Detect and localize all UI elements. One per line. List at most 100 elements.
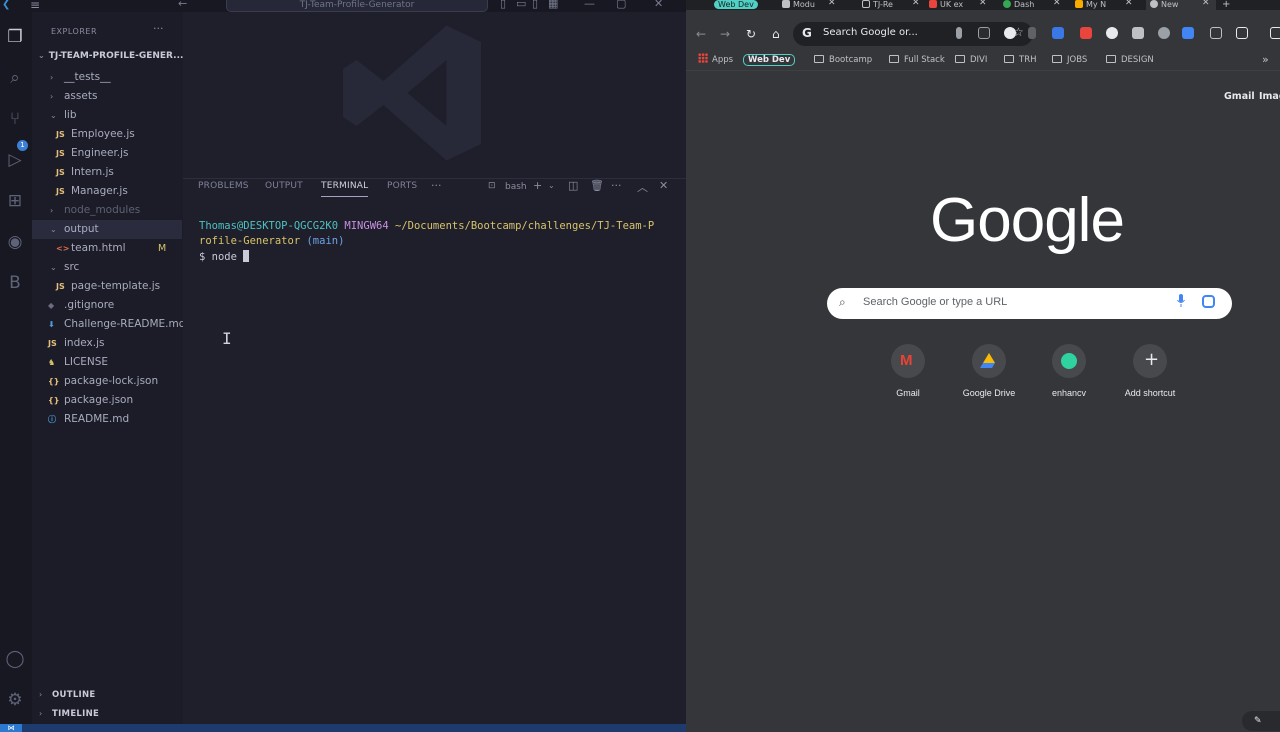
extensions-puzzle-icon[interactable] bbox=[1236, 27, 1248, 39]
tab-uk-ex[interactable]: UK ex ✕ bbox=[929, 0, 991, 10]
bookmark-folder-bootcamp[interactable]: Bootcamp bbox=[814, 52, 872, 68]
close-tab-icon[interactable]: ✕ bbox=[1053, 0, 1061, 8]
layout-icon[interactable]: ▦ bbox=[548, 0, 558, 10]
tree-file[interactable]: JS Engineer.js bbox=[32, 144, 182, 163]
maximize-panel-icon[interactable]: ︿ bbox=[637, 179, 648, 195]
toggle-sidebar-icon[interactable]: ▯ bbox=[500, 0, 506, 10]
google-search-box[interactable]: ⌕ Search Google or type a URL bbox=[827, 288, 1232, 319]
eyedropper-extension-icon[interactable] bbox=[978, 27, 990, 39]
tab-terminal[interactable]: TERMINAL bbox=[321, 181, 369, 197]
extension-icon[interactable] bbox=[1028, 27, 1036, 39]
tree-file[interactable]: JS page-template.js bbox=[32, 277, 182, 296]
terminal-shell-label[interactable]: bash bbox=[505, 182, 527, 192]
tree-file[interactable]: JS index.js bbox=[32, 334, 182, 353]
forward-icon[interactable]: → bbox=[720, 27, 730, 41]
tree-folder[interactable]: › __tests__ bbox=[32, 68, 182, 87]
settings-gear-icon[interactable]: ⚙ bbox=[4, 689, 26, 711]
extensions-icon[interactable]: ⊞ bbox=[4, 190, 26, 212]
tree-folder[interactable]: ⌄ src bbox=[32, 258, 182, 277]
new-terminal-icon[interactable]: + bbox=[533, 179, 542, 192]
accounts-icon[interactable]: ◯ bbox=[4, 648, 26, 670]
bookmark-folder-divi[interactable]: DIVI bbox=[955, 52, 987, 68]
tab-ports[interactable]: PORTS bbox=[387, 181, 417, 191]
tab-output[interactable]: OUTPUT bbox=[265, 181, 303, 191]
new-tab-plus-icon[interactable]: + bbox=[1222, 0, 1236, 10]
extension-icon[interactable] bbox=[1158, 27, 1170, 39]
tab-dash[interactable]: Dash ✕ bbox=[1003, 0, 1065, 10]
close-window-icon[interactable]: ✕ bbox=[654, 0, 663, 10]
bookmark-folder-trh[interactable]: TRH bbox=[1004, 52, 1037, 68]
tree-file[interactable]: <> team.html M bbox=[32, 239, 182, 258]
tree-file[interactable]: ⓘ README.md bbox=[32, 410, 182, 429]
extension-icon[interactable] bbox=[1106, 27, 1118, 39]
tree-file[interactable]: ♞ LICENSE bbox=[32, 353, 182, 372]
shortcut-google-drive[interactable]: Google Drive bbox=[949, 344, 1029, 398]
google-lens-icon[interactable] bbox=[1202, 295, 1215, 308]
microphone-icon[interactable] bbox=[1177, 294, 1185, 307]
tab-new-tab[interactable]: New ✕ bbox=[1146, 0, 1216, 10]
hamburger-menu-icon[interactable]: ≡ bbox=[30, 0, 40, 12]
run-debug-icon[interactable]: ▷ bbox=[4, 149, 26, 171]
search-icon[interactable]: ⌕ bbox=[4, 67, 26, 89]
maximize-icon[interactable]: ▢ bbox=[616, 0, 626, 10]
tree-file[interactable]: {} package-lock.json bbox=[32, 372, 182, 391]
source-control-icon[interactable]: ⑂ bbox=[4, 108, 26, 130]
toggle-panel-icon[interactable]: ▭ bbox=[516, 0, 526, 10]
extension-icon[interactable] bbox=[1004, 27, 1016, 39]
tab-my-n[interactable]: My N ✕ bbox=[1075, 0, 1137, 10]
more-actions-icon[interactable]: ··· bbox=[153, 22, 164, 35]
extension-icon[interactable] bbox=[1080, 27, 1092, 39]
remote-explorer-icon[interactable]: ◉ bbox=[4, 231, 26, 253]
close-tab-icon[interactable]: ✕ bbox=[1125, 0, 1133, 8]
extension-icon[interactable] bbox=[1052, 27, 1064, 39]
tree-file[interactable]: {} package.json bbox=[32, 391, 182, 410]
project-root[interactable]: ⌄ TJ-TEAM-PROFILE-GENER... bbox=[38, 51, 183, 61]
bootstrap-icon[interactable]: B bbox=[4, 272, 26, 294]
back-arrow-icon[interactable]: ← bbox=[178, 0, 187, 10]
tree-file[interactable]: ⬇ Challenge-README.md bbox=[32, 315, 185, 334]
panel-more-icon[interactable]: ··· bbox=[611, 179, 622, 192]
split-terminal-icon[interactable]: ◫ bbox=[568, 179, 578, 192]
extension-icon[interactable] bbox=[956, 27, 962, 39]
tree-folder[interactable]: ⌄ lib bbox=[32, 106, 182, 125]
toggle-secondary-icon[interactable]: ▯ bbox=[532, 0, 538, 10]
timeline-section[interactable]: TIMELINE bbox=[52, 709, 99, 719]
tree-file[interactable]: JS Intern.js bbox=[32, 163, 182, 182]
shortcut-enhancv[interactable]: enhancv bbox=[1029, 344, 1109, 398]
reload-icon[interactable]: ↻ bbox=[746, 27, 756, 41]
back-icon[interactable]: ← bbox=[696, 27, 706, 41]
tree-folder[interactable]: › node_modules bbox=[32, 201, 182, 220]
tab-group-web-dev[interactable]: Web Dev bbox=[714, 0, 768, 10]
explorer-icon[interactable]: ❐ bbox=[4, 26, 26, 48]
panel-more-icon[interactable]: ··· bbox=[431, 179, 442, 192]
bookmark-folder-jobs[interactable]: JOBS bbox=[1052, 52, 1087, 68]
tree-file[interactable]: JS Manager.js bbox=[32, 182, 182, 201]
close-tab-icon[interactable]: ✕ bbox=[979, 0, 987, 8]
remote-indicator-icon[interactable]: ⋈ bbox=[0, 724, 22, 732]
tree-file[interactable]: ◆ .gitignore bbox=[32, 296, 182, 315]
extension-icon[interactable] bbox=[1210, 27, 1222, 39]
tree-folder[interactable]: › assets bbox=[32, 87, 182, 106]
bookmark-folder-full-stack[interactable]: Full Stack bbox=[889, 52, 945, 68]
close-tab-icon[interactable]: ✕ bbox=[912, 0, 920, 8]
bookmarks-overflow-icon[interactable]: » bbox=[1262, 52, 1269, 68]
shortcut-add[interactable]: + Add shortcut bbox=[1110, 344, 1190, 398]
home-icon[interactable]: ⌂ bbox=[772, 27, 780, 41]
images-link[interactable]: Images bbox=[1259, 91, 1280, 102]
close-tab-icon[interactable]: ✕ bbox=[828, 0, 836, 8]
gmail-link[interactable]: Gmail bbox=[1224, 91, 1255, 102]
customize-chrome-button[interactable]: ✎ bbox=[1242, 711, 1280, 731]
bookmark-apps[interactable]: Apps bbox=[698, 52, 733, 68]
tree-file[interactable]: JS Employee.js bbox=[32, 125, 182, 144]
close-tab-icon[interactable]: ✕ bbox=[1202, 0, 1210, 8]
shortcut-gmail[interactable]: M Gmail bbox=[868, 344, 948, 398]
tab-modu[interactable]: Modu ✕ bbox=[782, 0, 836, 10]
tree-folder[interactable]: ⌄ output bbox=[32, 220, 182, 239]
trash-icon[interactable]: 🗑 bbox=[590, 179, 604, 192]
extension-icon[interactable] bbox=[1132, 27, 1144, 39]
close-panel-icon[interactable]: ✕ bbox=[659, 179, 668, 192]
outline-section[interactable]: OUTLINE bbox=[52, 690, 96, 700]
address-bar[interactable]: G Search Google or... ☆ bbox=[793, 22, 1033, 46]
bookmark-folder-design[interactable]: DESIGN bbox=[1106, 52, 1154, 68]
terminal-input-line[interactable]: $ node bbox=[199, 250, 250, 263]
